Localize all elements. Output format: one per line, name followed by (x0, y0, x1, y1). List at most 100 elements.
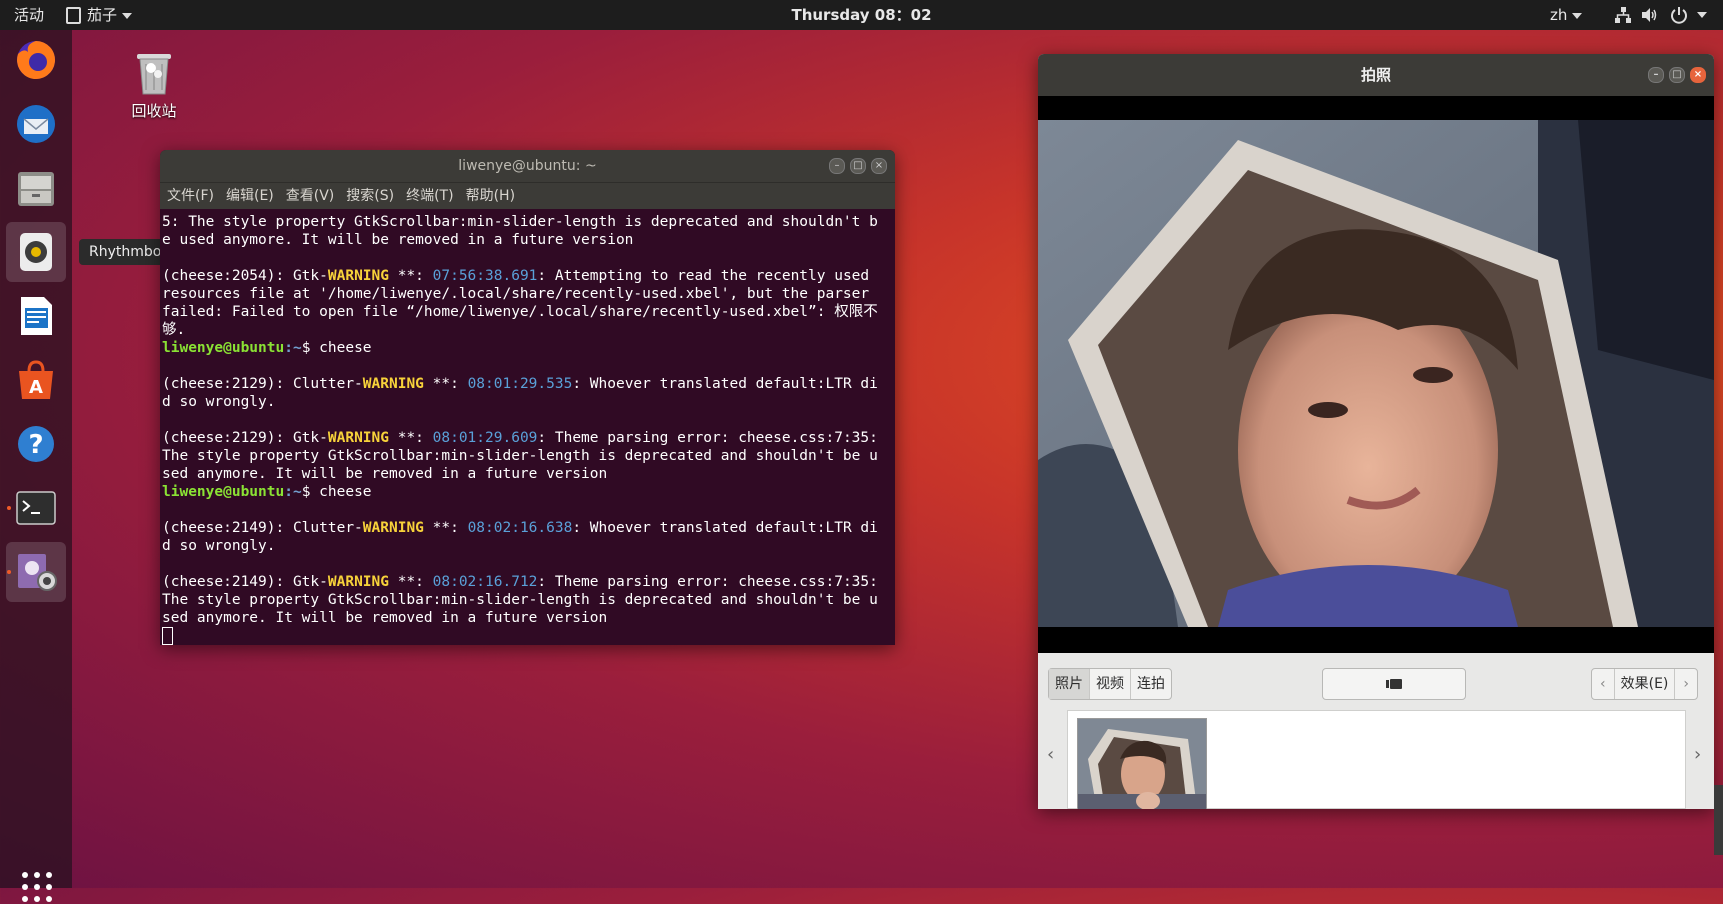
thumbnails-prev-button[interactable]: ‹ (1047, 744, 1054, 765)
cheese-icon (18, 554, 57, 591)
terminal-window: liwenye@ubuntu: ~ – □ × 文件(F) 编辑(E) 查看(V) 搜索(… (160, 150, 895, 645)
writer-icon (21, 297, 52, 335)
log-prefix: (cheese:2054): Gtk- (162, 268, 328, 284)
log-level: WARNING (327, 574, 389, 590)
prompt-command: $ cheese (301, 340, 372, 356)
prompt-path: :~ (284, 340, 302, 356)
desktop-trash[interactable]: 回收站 (108, 46, 200, 121)
menu-terminal[interactable]: 终端(T) (406, 188, 453, 204)
svg-text:A: A (29, 377, 43, 398)
trash-icon (137, 54, 171, 95)
dock-terminal[interactable] (6, 478, 66, 538)
language-indicator[interactable]: zh (1550, 0, 1583, 30)
minimize-button[interactable]: – (1648, 67, 1664, 83)
prompt-command: $ cheese (301, 484, 372, 500)
show-applications-icon[interactable] (20, 870, 54, 904)
log-text: 5: The style property GtkScrollbar:min-s… (162, 214, 878, 248)
svg-text:?: ? (28, 430, 43, 460)
terminal-titlebar[interactable]: liwenye@ubuntu: ~ – □ × (160, 150, 895, 182)
log-timestamp: 07:56:38.691 (432, 268, 538, 284)
log-level: WARNING (362, 376, 424, 392)
camera-preview-image (1038, 120, 1714, 627)
terminal-output[interactable]: 5: The style property GtkScrollbar:min-s… (160, 209, 895, 645)
cheese-title: 拍照 (1360, 66, 1391, 84)
close-button[interactable]: × (871, 158, 887, 174)
help-icon: ? (18, 426, 54, 462)
camera-viewport (1038, 96, 1714, 653)
app-menu[interactable]: 茄子 (66, 0, 133, 30)
trash-label: 回收站 (131, 102, 177, 120)
log-sep: **: (423, 376, 468, 392)
log-timestamp: 08:01:29.535 (467, 376, 573, 392)
thumbnail-strip: ‹ › (1038, 708, 1714, 809)
terminal-line: liwenye@ubuntu:~$ cheese (162, 339, 881, 357)
network-icon[interactable] (1614, 6, 1632, 24)
terminal-line (162, 627, 881, 645)
terminal-line: 5: The style property GtkScrollbar:min-s… (162, 213, 881, 249)
dock: A ? (0, 30, 72, 902)
close-button[interactable]: × (1690, 67, 1706, 83)
terminal-line: (cheese:2054): Gtk-WARNING **: 07:56:38.… (162, 267, 881, 339)
top-bar: 活动 茄子 Thursday 08：02 zh (0, 0, 1723, 30)
activities-button[interactable]: 活动 (14, 0, 44, 30)
prompt-user: liwenye@ubuntu (162, 340, 285, 356)
prompt-user: liwenye@ubuntu (162, 484, 285, 500)
mode-switcher: 照片 视频 连拍 (1048, 668, 1172, 700)
dock-rhythmbox[interactable] (6, 222, 66, 282)
thumbnail-area (1067, 710, 1686, 809)
edge-indicator (1714, 785, 1723, 855)
dock-firefox[interactable] (6, 30, 66, 90)
log-timestamp: 08:02:16.638 (467, 520, 573, 536)
maximize-button[interactable]: □ (1669, 67, 1685, 83)
dock-thunderbird[interactable] (6, 94, 66, 154)
mode-burst-button[interactable]: 连拍 (1131, 669, 1171, 699)
clock[interactable]: Thursday 08：02 (791, 6, 931, 24)
running-indicator (7, 570, 11, 574)
terminal-line: liwenye@ubuntu:~$ cheese (162, 483, 881, 501)
menu-search[interactable]: 搜索(S) (346, 188, 394, 204)
dock-writer[interactable] (6, 286, 66, 346)
log-timestamp: 08:02:16.712 (432, 574, 538, 590)
terminal-line: (cheese:2129): Clutter-WARNING **: 08:01… (162, 375, 881, 411)
menu-edit[interactable]: 编辑(E) (226, 188, 274, 204)
effects-next-button[interactable]: › (1675, 669, 1697, 699)
log-prefix: (cheese:2129): Clutter- (162, 376, 363, 392)
terminal-icon (16, 491, 56, 525)
minimize-button[interactable]: – (829, 158, 845, 174)
thumbnail-photo[interactable] (1077, 718, 1207, 809)
dock-cheese[interactable] (6, 542, 66, 602)
effects-prev-button[interactable]: ‹ (1592, 669, 1615, 699)
menu-view[interactable]: 查看(V) (286, 188, 335, 204)
take-photo-button[interactable] (1322, 668, 1466, 700)
log-sep: **: (388, 268, 433, 284)
power-icon[interactable] (1670, 6, 1688, 24)
rhythmbox-icon (20, 233, 52, 271)
thumbnails-next-button[interactable]: › (1694, 744, 1701, 765)
effects-button[interactable]: 效果(E) (1615, 669, 1676, 699)
chevron-down-icon (122, 12, 133, 19)
log-prefix: (cheese:2149): Gtk- (162, 574, 328, 590)
dock-help[interactable]: ? (6, 414, 66, 474)
mode-video-button[interactable]: 视频 (1090, 669, 1131, 699)
volume-icon[interactable] (1640, 6, 1658, 24)
mode-photo-button[interactable]: 照片 (1049, 669, 1090, 699)
language-label: zh (1550, 6, 1568, 24)
log-prefix: (cheese:2129): Gtk- (162, 430, 328, 446)
terminal-cursor (162, 627, 173, 645)
app-menu-label: 茄子 (87, 6, 118, 24)
dock-files[interactable] (6, 158, 66, 218)
chevron-down-icon[interactable] (1697, 12, 1707, 18)
maximize-button[interactable]: □ (850, 158, 866, 174)
cheese-controls: 照片 视频 连拍 ‹ 效果(E) › (1038, 654, 1714, 708)
log-level: WARNING (362, 520, 424, 536)
dock-software[interactable]: A (6, 350, 66, 410)
cheese-titlebar[interactable]: 拍照 – □ × (1038, 54, 1714, 96)
menu-help[interactable]: 帮助(H) (466, 188, 515, 204)
menu-file[interactable]: 文件(F) (167, 188, 214, 204)
log-timestamp: 08:01:29.609 (432, 430, 538, 446)
log-sep: **: (388, 574, 433, 590)
files-icon (18, 172, 54, 206)
